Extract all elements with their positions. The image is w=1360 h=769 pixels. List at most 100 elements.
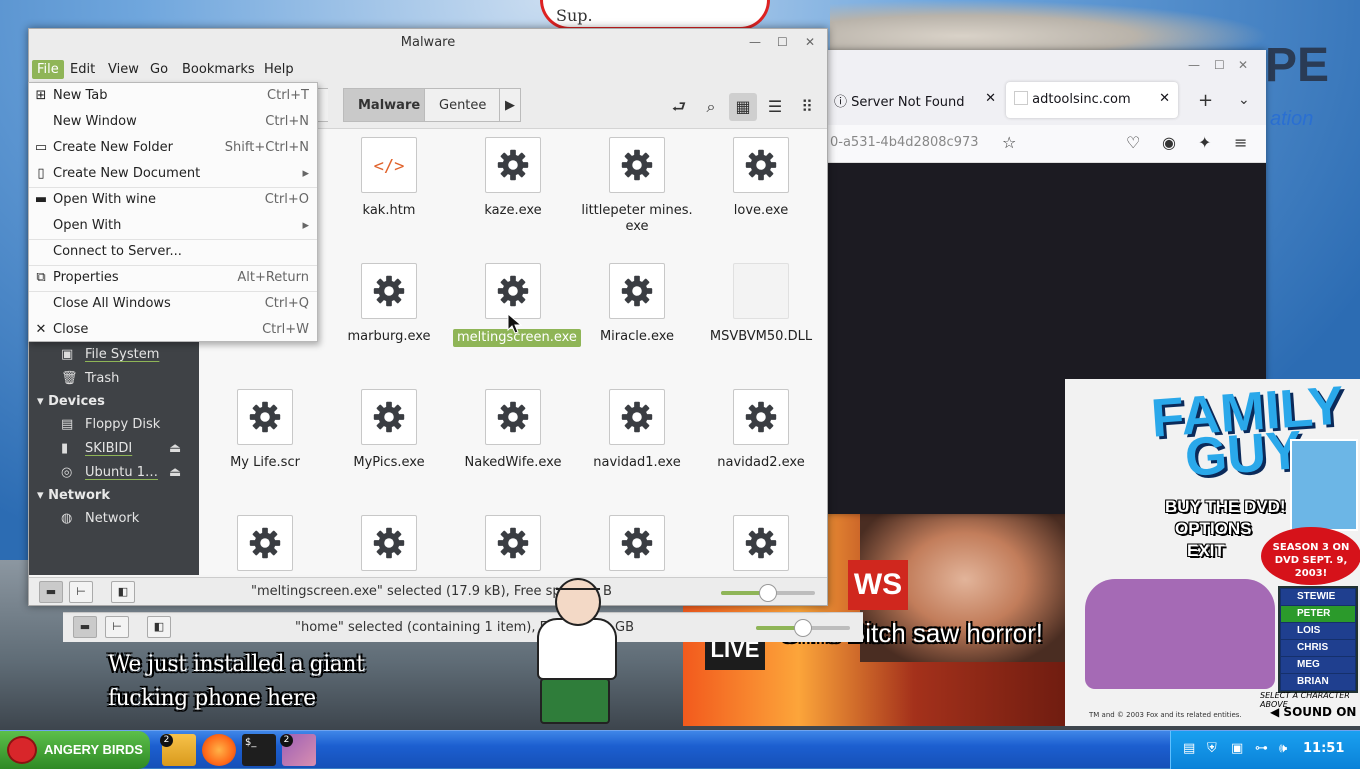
file-nakedwife-exe[interactable]: NakedWife.exe: [453, 389, 573, 471]
ad-exit-button[interactable]: EXIT: [1187, 541, 1225, 561]
sidebar-item-file-system[interactable]: ▣ File System: [61, 347, 159, 362]
new-tab-icon[interactable]: +: [1198, 90, 1213, 111]
character-lois[interactable]: LOIS: [1281, 623, 1355, 639]
menu-item-open-with-wine[interactable]: ▬ Open With wine Ctrl+O: [29, 187, 317, 213]
menu-item-connect-to-server[interactable]: Connect to Server...: [29, 239, 317, 265]
sound-toggle[interactable]: ◀ SOUND ON: [1270, 705, 1356, 719]
character-brian[interactable]: BRIAN: [1281, 674, 1355, 690]
file-kak-htm[interactable]: </> kak.htm: [329, 137, 449, 219]
pocket-icon[interactable]: ♡: [1126, 133, 1140, 152]
file-item[interactable]: [205, 515, 325, 571]
taskbar-terminal-icon[interactable]: $_: [242, 734, 276, 766]
sidebar-item-trash[interactable]: 🗑︎ Trash: [61, 371, 119, 386]
character-meg[interactable]: MEG: [1281, 657, 1355, 673]
sidebar-item-ubuntu[interactable]: ◎ Ubuntu 1…: [61, 465, 158, 480]
taskbar-firefox-icon[interactable]: [202, 734, 236, 766]
menu-go[interactable]: Go: [145, 60, 173, 79]
file-navidad2-exe[interactable]: navidad2.exe: [701, 389, 821, 471]
file-marburg-exe[interactable]: marburg.exe: [329, 263, 449, 345]
peter-desktop-pet-body[interactable]: [537, 618, 617, 680]
menu-bookmarks[interactable]: Bookmarks: [177, 60, 260, 79]
icon-view-icon[interactable]: ▦: [729, 93, 757, 121]
file-msvbvm50-dll[interactable]: MSVBVM50.DLL: [701, 263, 821, 345]
account-icon[interactable]: ◉: [1162, 133, 1176, 152]
file-kaze-exe[interactable]: kaze.exe: [453, 137, 573, 219]
url-bar-text[interactable]: 0-a531-4b4d2808c973: [830, 135, 979, 150]
tab-close-icon[interactable]: ✕: [985, 91, 996, 106]
family-guy-ad-window[interactable]: FAMILY GUY BUY THE DVD! OPTIONS EXIT SEA…: [1065, 379, 1360, 726]
character-peter[interactable]: PETER: [1281, 606, 1355, 622]
tree-toggle-button[interactable]: ⊢: [69, 581, 93, 603]
menu-view[interactable]: View: [103, 60, 144, 79]
updates-icon[interactable]: ▣: [1231, 741, 1243, 756]
list-view-icon[interactable]: ☰: [761, 93, 789, 121]
clipboard-icon[interactable]: ▤: [1183, 741, 1195, 756]
zoom-slider[interactable]: [721, 584, 815, 602]
eject-icon[interactable]: ⏏: [169, 441, 181, 456]
menu-help[interactable]: Help: [259, 60, 299, 79]
toggle-location-icon[interactable]: ⮐: [665, 93, 693, 121]
maximize-button[interactable]: ☐: [1214, 58, 1225, 72]
menu-item-close[interactable]: ✕ Close Ctrl+W: [29, 317, 317, 343]
search-icon[interactable]: ⌕: [697, 93, 725, 121]
menu-item-new-window[interactable]: New Window Ctrl+N: [29, 109, 317, 135]
maximize-button[interactable]: ☐: [777, 35, 788, 49]
sidebar-section-network[interactable]: ▾ Network: [37, 488, 110, 503]
extensions-icon[interactable]: ✦: [1198, 133, 1211, 152]
menu-item-create-new-document[interactable]: ▯ Create New Document ▸: [29, 161, 317, 187]
places-toggle-button[interactable]: ▬: [73, 616, 97, 638]
menu-item-open-with[interactable]: Open With ▸: [29, 213, 317, 239]
volume-icon[interactable]: 🕪︎: [1279, 741, 1287, 756]
shield-icon[interactable]: ⛨: [1207, 741, 1217, 756]
compact-view-icon[interactable]: ⠿: [793, 93, 821, 121]
home-zoom-slider[interactable]: [756, 619, 850, 637]
file-item[interactable]: [329, 515, 449, 571]
list-tabs-icon[interactable]: ⌄: [1238, 92, 1250, 108]
close-button[interactable]: ✕: [1238, 58, 1248, 72]
bookmark-star-icon[interactable]: ☆: [1002, 133, 1016, 152]
tab-close-icon[interactable]: ✕: [1159, 91, 1170, 106]
peter-desktop-pet-head[interactable]: [555, 578, 601, 626]
menu-item-create-new-folder[interactable]: ▭ Create New Folder Shift+Ctrl+N: [29, 135, 317, 161]
menu-item-close-all-windows[interactable]: Close All Windows Ctrl+Q: [29, 291, 317, 317]
file-item[interactable]: [577, 515, 697, 571]
menu-item-new-tab[interactable]: ⊞ New Tab Ctrl+T: [29, 83, 317, 109]
menu-item-properties[interactable]: ⧉ Properties Alt+Return: [29, 265, 317, 291]
eject-icon[interactable]: ⏏: [169, 465, 181, 480]
breadcrumb-gentee[interactable]: Gentee: [424, 88, 502, 122]
tab-server-not-found[interactable]: ⓘ Server Not Found ✕: [826, 82, 998, 118]
breadcrumb-malware[interactable]: Malware: [343, 88, 436, 122]
menu-file[interactable]: File: [32, 60, 64, 79]
sidebar-hide-button[interactable]: ◧: [147, 616, 171, 638]
file-item[interactable]: [701, 515, 821, 571]
sidebar-item-skibidi[interactable]: ▮ SKIBIDI: [61, 441, 132, 456]
taskbar-game-app[interactable]: 2: [280, 734, 316, 766]
tree-toggle-button[interactable]: ⊢: [105, 616, 129, 638]
ad-buy-dvd-button[interactable]: BUY THE DVD!: [1165, 497, 1286, 517]
sidebar-hide-button[interactable]: ◧: [111, 581, 135, 603]
clock[interactable]: 11:51: [1303, 741, 1344, 756]
breadcrumb-next-arrow[interactable]: ▶: [499, 88, 521, 122]
close-button[interactable]: ✕: [805, 35, 815, 49]
places-toggle-button[interactable]: ▬: [39, 581, 63, 603]
character-stewie[interactable]: STEWIE: [1281, 589, 1355, 605]
file-my-life-scr[interactable]: My Life.scr: [205, 389, 325, 471]
file-love-exe[interactable]: love.exe: [701, 137, 821, 219]
minimize-button[interactable]: —: [1188, 58, 1200, 72]
sidebar-section-devices[interactable]: ▾ Devices: [37, 394, 105, 409]
sidebar-item-floppy[interactable]: ▤ Floppy Disk: [61, 417, 160, 432]
start-button[interactable]: ANGERY BIRDS: [0, 731, 150, 769]
sidebar-item-network[interactable]: ◍ Network: [61, 511, 139, 526]
character-chris[interactable]: CHRIS: [1281, 640, 1355, 656]
menu-edit[interactable]: Edit: [65, 60, 100, 79]
file-item[interactable]: [453, 515, 573, 571]
file-miracle-exe[interactable]: Miracle.exe: [577, 263, 697, 345]
tab-adtoolsinc[interactable]: adtoolsinc.com ✕: [1006, 82, 1178, 118]
file-mypics-exe[interactable]: MyPics.exe: [329, 389, 449, 471]
network-icon[interactable]: ⊶: [1255, 741, 1268, 756]
taskbar-files-app[interactable]: 2: [160, 734, 196, 766]
minimize-button[interactable]: —: [749, 35, 761, 49]
file-navidad1-exe[interactable]: navidad1.exe: [577, 389, 697, 471]
file-littlepeter-mines[interactable]: littlepeter mines. exe: [577, 137, 697, 235]
menu-icon[interactable]: ≡: [1234, 133, 1247, 152]
